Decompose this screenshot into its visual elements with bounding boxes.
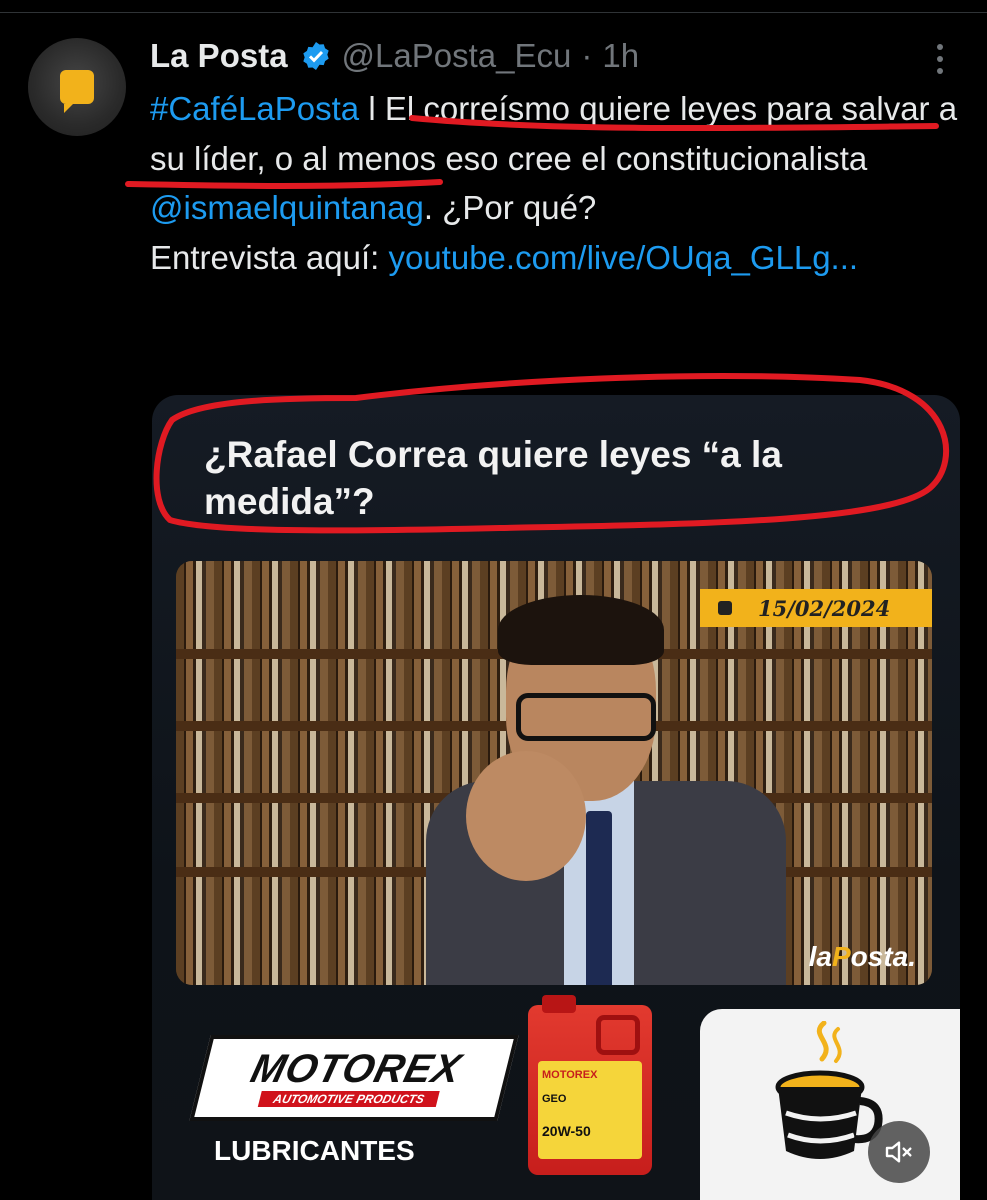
interviewee	[426, 595, 786, 985]
hashtag-link[interactable]: #CaféLaPosta	[150, 90, 359, 127]
timestamp[interactable]: 1h	[602, 37, 639, 75]
volume-muted-icon	[885, 1141, 912, 1163]
tweet-header: La Posta @LaPosta_Ecu · 1h	[150, 34, 639, 78]
more-options-icon[interactable]	[937, 44, 947, 74]
interview-label: Entrevista aquí:	[150, 238, 389, 276]
laposta-logo-icon	[60, 70, 94, 113]
motorex-brand: MOTOREX	[246, 1047, 466, 1091]
author-handle[interactable]: @LaPosta_Ecu	[342, 37, 572, 75]
oil-line: GEO	[542, 1093, 567, 1105]
video-headline: ¿Rafael Correa quiere leyes “a la medida…	[204, 434, 782, 522]
oil-viscosity: 20W-50	[542, 1123, 591, 1139]
separator-dot: ·	[581, 37, 593, 74]
motorex-sub: AUTOMOTIVE PRODUCTS	[257, 1091, 440, 1107]
tweet-body-2: . ¿Por qué?	[423, 189, 597, 226]
avatar[interactable]	[28, 38, 126, 136]
laposta-watermark: laPosta.	[808, 941, 916, 972]
oil-can-image: MOTOREX GEO 20W-50	[528, 995, 652, 1175]
top-divider	[0, 0, 987, 13]
video-frame: 15/02/2024 laPosta.	[176, 561, 932, 985]
author-name[interactable]: La Posta	[150, 37, 288, 75]
tweet-text: #CaféLaPosta l El correísmo quiere leyes…	[150, 84, 962, 282]
oil-brand: MOTOREX	[542, 1069, 598, 1081]
video-media[interactable]: ¿Rafael Correa quiere leyes “a la medida…	[152, 395, 960, 1200]
motorex-sponsor: MOTOREX AUTOMOTIVE PRODUCTS LUBRICANTES	[189, 1035, 519, 1167]
laposta-mark-icon	[718, 601, 732, 615]
mute-button[interactable]	[868, 1121, 930, 1183]
youtube-link[interactable]: youtube.com/live/OUqa_GLLg...	[388, 239, 858, 276]
date-text: 15/02/2024	[758, 595, 891, 621]
verified-badge-icon	[302, 42, 329, 70]
motorex-logo: MOTOREX AUTOMOTIVE PRODUCTS	[189, 1035, 519, 1121]
mention-link[interactable]: @ismaelquintanag	[150, 189, 424, 226]
date-badge: 15/02/2024	[700, 589, 932, 627]
sponsor-caption: LUBRICANTES	[214, 1135, 415, 1166]
